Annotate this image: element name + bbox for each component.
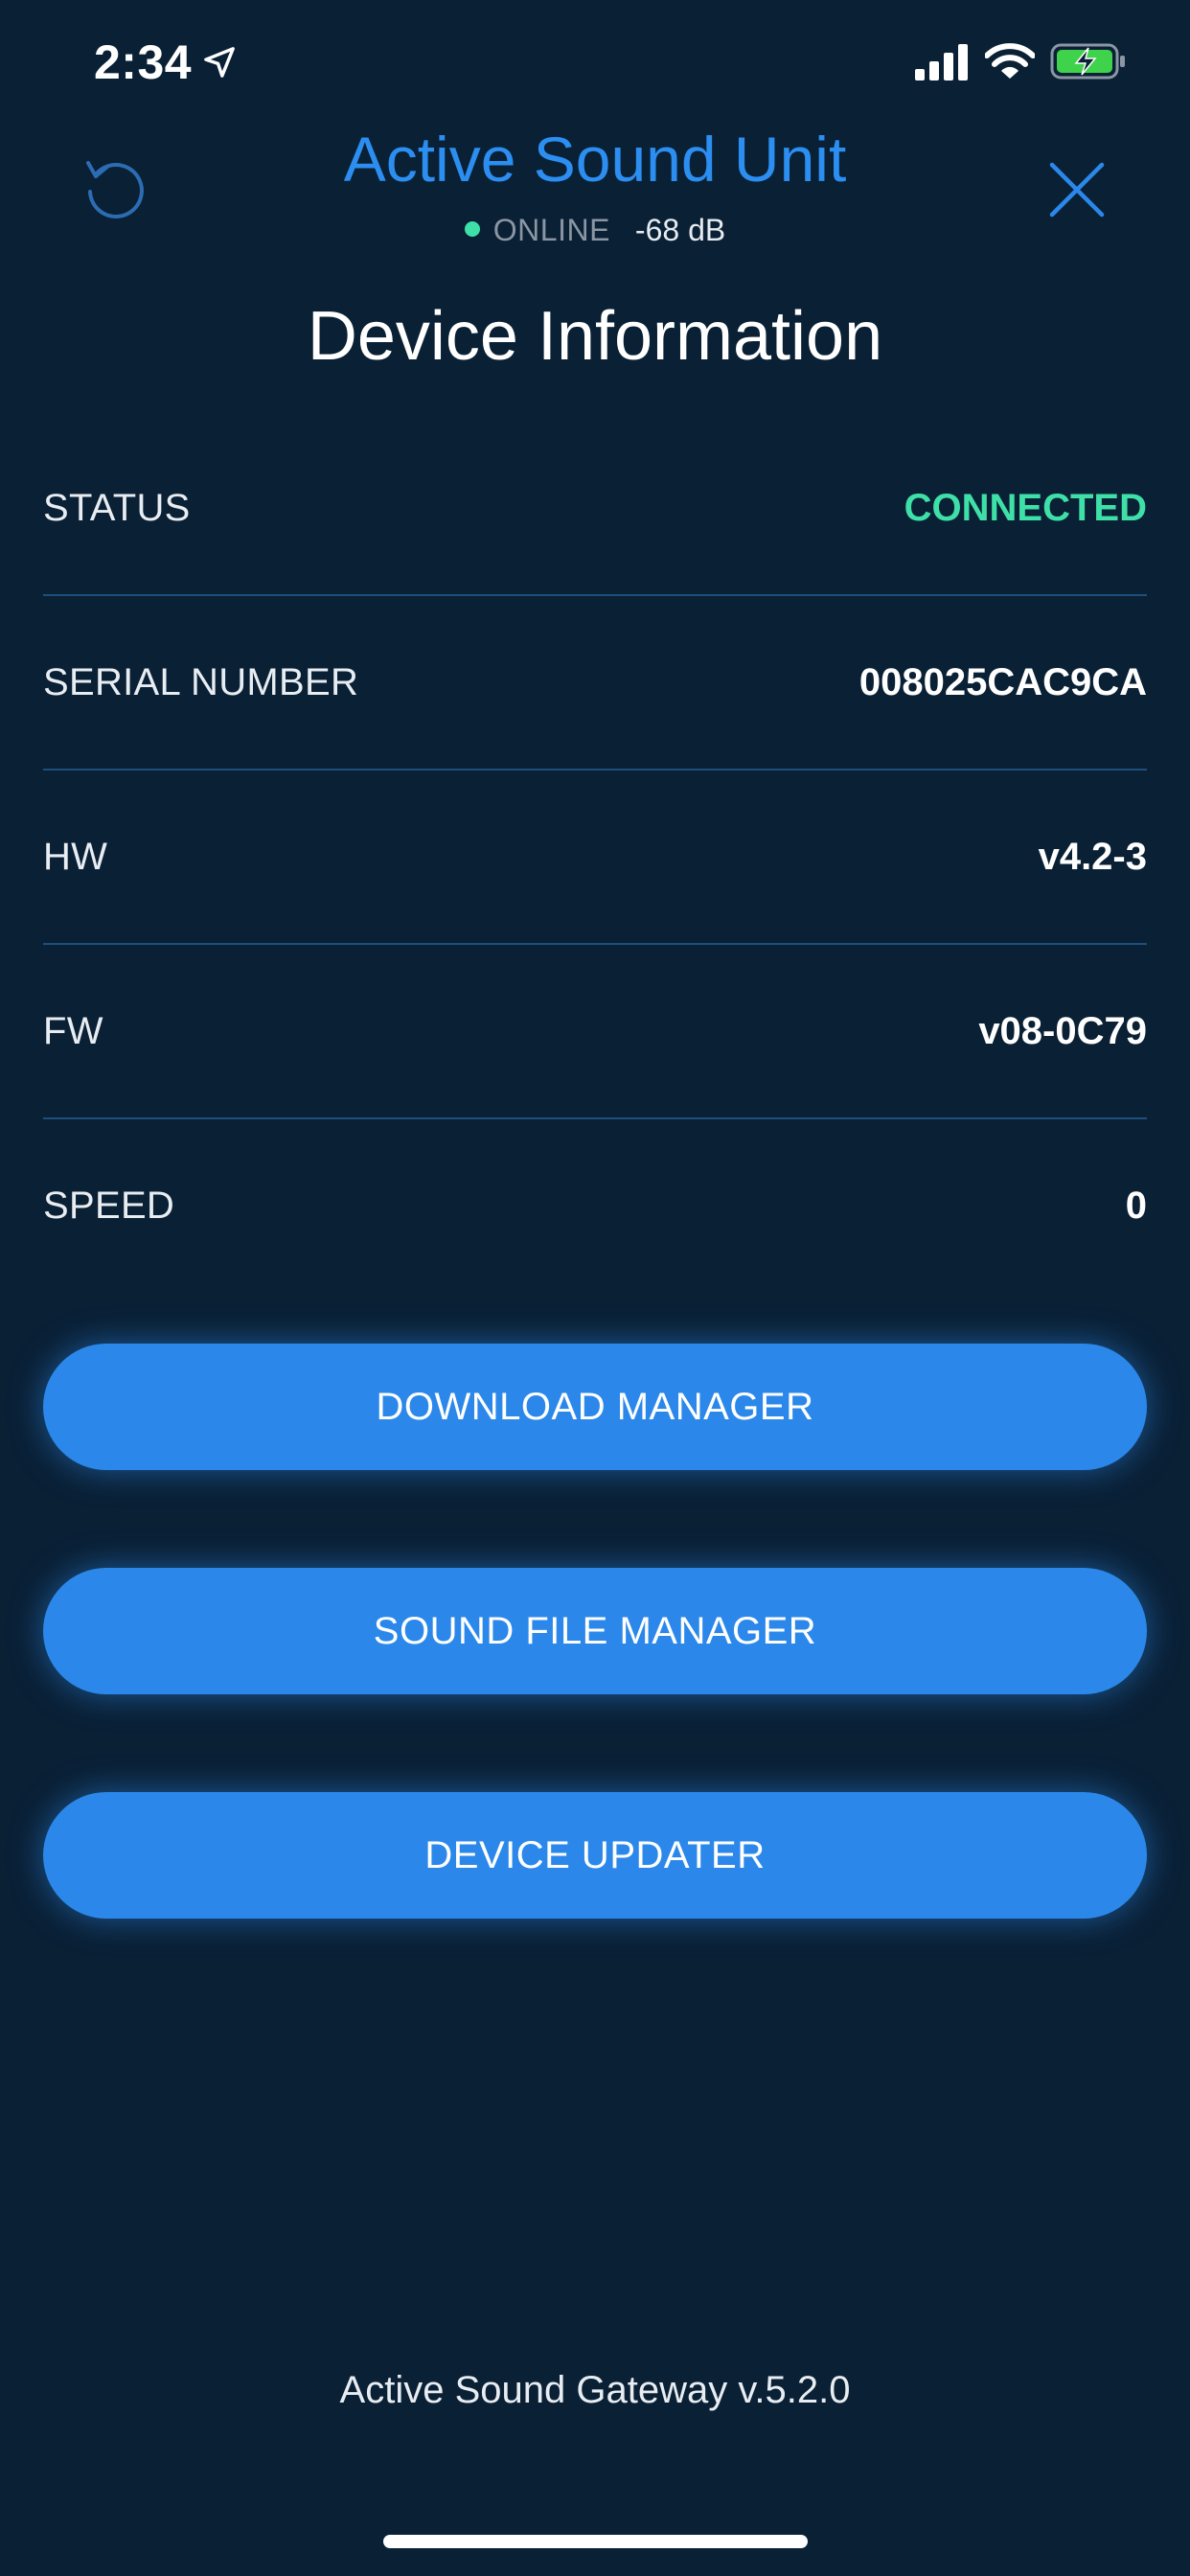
- cellular-signal-icon: [915, 44, 968, 80]
- info-row-serial-number: SERIAL NUMBER 008025CAC9CA: [43, 596, 1147, 770]
- info-row-status: STATUS CONNECTED: [43, 422, 1147, 596]
- signal-strength: -68 dB: [634, 213, 726, 247]
- app-title: Active Sound Unit: [343, 124, 847, 195]
- online-label: ONLINE: [492, 213, 610, 247]
- info-row-speed: SPEED 0: [43, 1119, 1147, 1292]
- fw-value: v08-0C79: [978, 1009, 1147, 1052]
- status-value: CONNECTED: [904, 486, 1147, 529]
- location-arrow-icon: [204, 47, 235, 78]
- speed-value: 0: [1125, 1184, 1147, 1227]
- info-label: HW: [43, 835, 108, 878]
- online-indicator-dot: [464, 220, 480, 237]
- app-version-footer: Active Sound Gateway v.5.2.0: [339, 2369, 851, 2411]
- home-indicator[interactable]: [383, 2535, 808, 2548]
- sound-file-manager-button[interactable]: SOUND FILE MANAGER: [43, 1568, 1147, 1694]
- close-icon[interactable]: [1046, 159, 1108, 220]
- info-label: STATUS: [43, 486, 191, 529]
- device-updater-button[interactable]: DEVICE UPDATER: [43, 1792, 1147, 1919]
- page-title: Device Information: [307, 298, 883, 375]
- info-label: SERIAL NUMBER: [43, 660, 359, 703]
- wifi-icon: [985, 43, 1035, 79]
- info-label: FW: [43, 1009, 103, 1052]
- device-info-list: STATUS CONNECTED SERIAL NUMBER 008025CAC…: [43, 422, 1147, 1292]
- status-time: 2:34: [94, 35, 193, 89]
- info-label: SPEED: [43, 1184, 175, 1227]
- info-row-hw: HW v4.2-3: [43, 770, 1147, 945]
- serial-number-value: 008025CAC9CA: [858, 660, 1147, 703]
- connection-status: ONLINE -68 dB: [0, 213, 1190, 248]
- battery-charging-icon: [1050, 43, 1125, 80]
- info-row-fw: FW v08-0C79: [43, 945, 1147, 1119]
- download-manager-button[interactable]: DOWNLOAD MANAGER: [43, 1344, 1147, 1470]
- hw-value: v4.2-3: [1038, 835, 1147, 878]
